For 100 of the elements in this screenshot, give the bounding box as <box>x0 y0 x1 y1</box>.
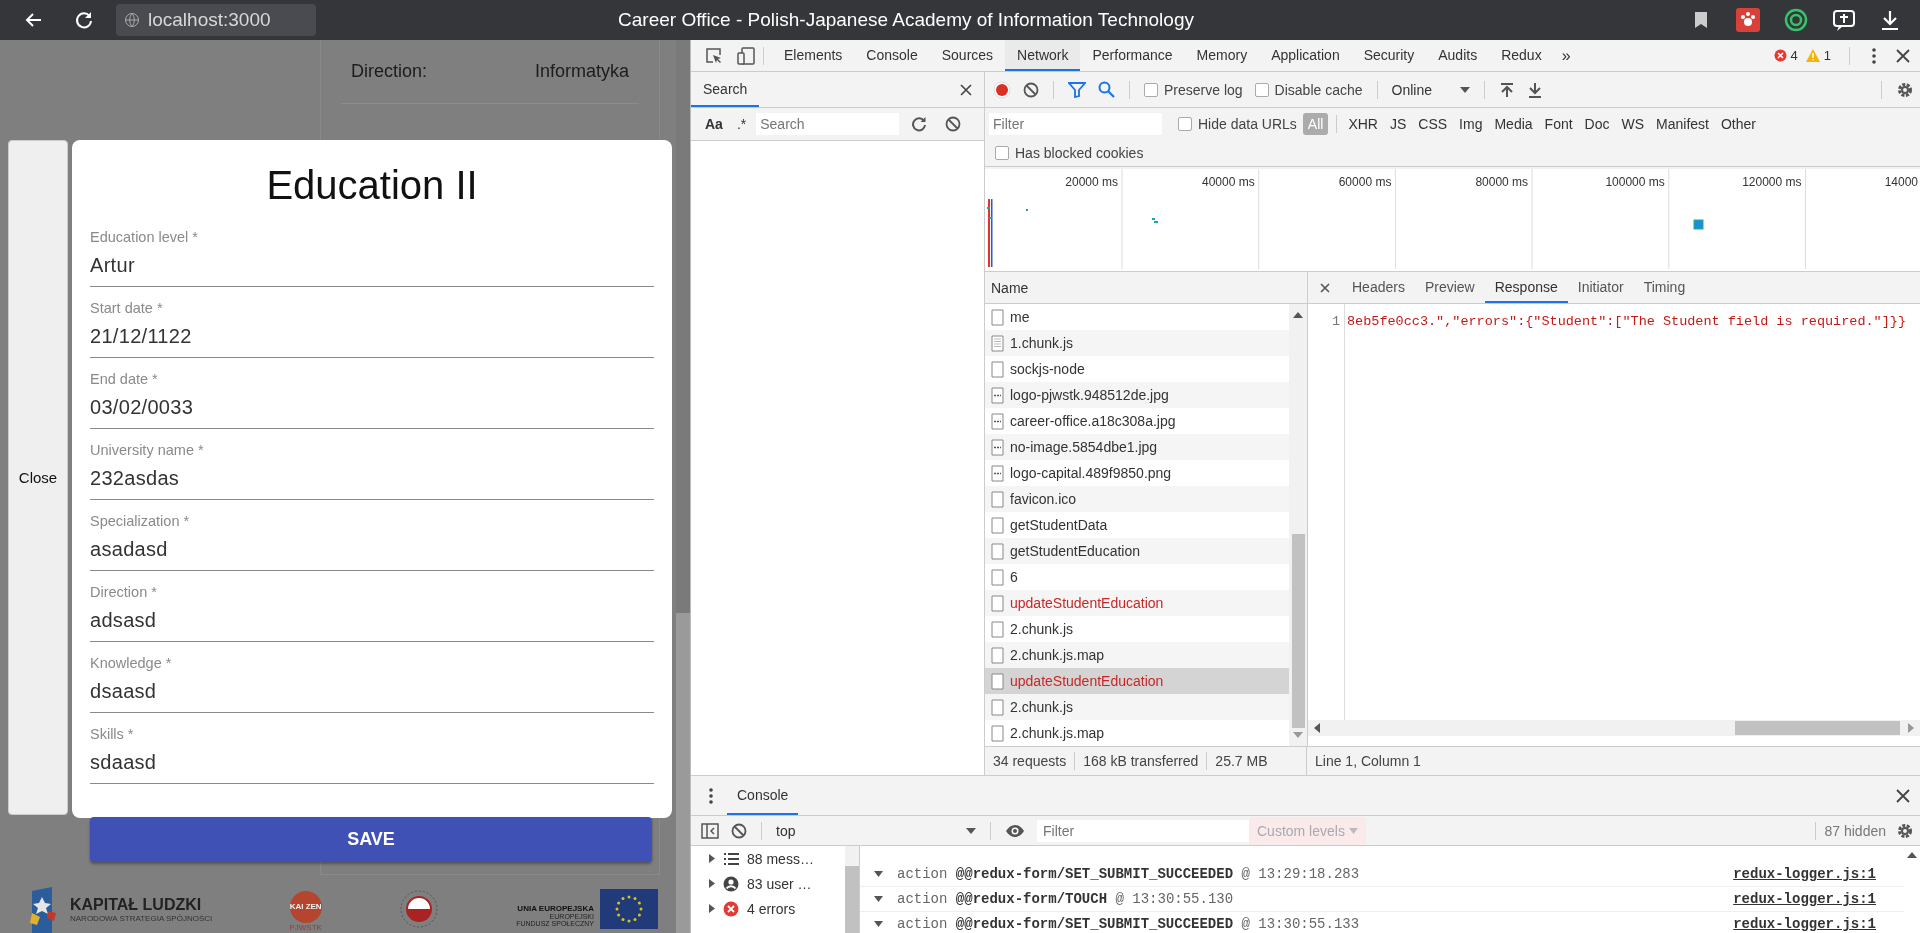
paw-extension-icon[interactable] <box>1736 8 1760 32</box>
detail-tab[interactable]: Headers <box>1342 272 1415 303</box>
text-field[interactable]: Specialization * asadasd <box>90 500 654 571</box>
column-header[interactable]: Name <box>985 272 1307 304</box>
search-field[interactable]: Search <box>756 113 900 135</box>
match-case-button[interactable]: Aa <box>701 114 727 134</box>
type-filter[interactable]: Doc <box>1579 113 1615 135</box>
settings-icon[interactable] <box>1896 821 1914 840</box>
type-filter[interactable]: WS <box>1616 113 1650 135</box>
type-filter[interactable]: Media <box>1489 113 1538 135</box>
source-link[interactable]: redux-logger.js:1 <box>1733 866 1876 882</box>
search-icon[interactable] <box>1098 81 1115 98</box>
scroll-up-icon[interactable] <box>1293 312 1303 318</box>
refresh-icon[interactable] <box>911 116 928 132</box>
sidebar-item[interactable]: 4 errors <box>691 896 845 921</box>
download-icon[interactable] <box>1526 81 1543 98</box>
sidebar-item[interactable]: 83 user … <box>691 871 845 896</box>
scrollbar-thumb[interactable] <box>676 613 690 933</box>
sidebar-toggle-icon[interactable] <box>701 822 719 839</box>
source-link[interactable]: redux-logger.js:1 <box>1733 891 1876 907</box>
expand-arrow-icon[interactable] <box>874 871 883 877</box>
filter-field[interactable]: Filter <box>1037 819 1249 842</box>
request-row[interactable]: updateStudentEducation <box>985 668 1289 694</box>
panel-tab[interactable]: Security <box>1351 40 1427 71</box>
detail-tab[interactable]: Initiator <box>1567 272 1634 303</box>
text-field[interactable]: University name * 232asdas <box>90 429 654 500</box>
reload-icon[interactable] <box>74 10 94 30</box>
close-icon[interactable] <box>960 83 972 96</box>
more-options-icon[interactable] <box>1872 47 1876 64</box>
scrollbar[interactable] <box>676 40 690 933</box>
panel-tab[interactable]: Elements <box>772 40 855 71</box>
request-row[interactable]: favicon.ico <box>985 486 1289 512</box>
request-row[interactable]: getStudentEducation <box>985 538 1289 564</box>
scrollbar[interactable] <box>1289 304 1307 746</box>
detail-tab[interactable]: Response <box>1484 272 1568 303</box>
settings-icon[interactable] <box>1896 80 1914 99</box>
panel-tab[interactable]: Application <box>1259 40 1352 71</box>
bookmark-icon[interactable] <box>1694 11 1708 29</box>
scrollbar-thumb[interactable] <box>845 866 859 933</box>
source-link[interactable]: redux-logger.js:1 <box>1733 916 1876 932</box>
detail-tab[interactable]: Timing <box>1633 272 1696 303</box>
panel-tab[interactable]: Memory <box>1184 40 1260 71</box>
checkbox[interactable] <box>1144 82 1158 97</box>
throttling-dropdown[interactable]: Online <box>1385 81 1476 98</box>
panel-tab[interactable]: Audits <box>1426 40 1490 71</box>
panel-tab[interactable]: Performance <box>1080 40 1185 71</box>
clear-icon[interactable] <box>731 822 747 839</box>
scrollbar[interactable] <box>845 846 859 933</box>
request-row[interactable]: logo-pjwstk.948512de.jpg <box>985 382 1289 408</box>
target-extension-icon[interactable] <box>1784 8 1808 32</box>
panel-tab[interactable]: Console <box>854 40 930 71</box>
type-filter[interactable]: Manifest <box>1651 113 1714 135</box>
request-row[interactable]: 2.chunk.js.map <box>985 642 1289 668</box>
request-row[interactable]: 1.chunk.js <box>985 330 1289 356</box>
clear-icon[interactable] <box>945 116 962 132</box>
inspect-icon[interactable] <box>705 46 723 65</box>
expand-arrow-icon[interactable] <box>874 896 883 902</box>
save-button[interactable]: SAVE <box>90 817 652 862</box>
type-filter[interactable]: Img <box>1454 113 1488 135</box>
filter-icon[interactable] <box>1068 81 1086 98</box>
checkbox[interactable] <box>1254 82 1269 97</box>
scroll-left-icon[interactable] <box>1314 723 1320 733</box>
text-field[interactable]: End date * 03/02/0033 <box>90 358 654 429</box>
panel-tab[interactable]: Redux <box>1489 40 1554 71</box>
chat-extension-icon[interactable] <box>1832 8 1856 32</box>
eye-icon[interactable] <box>1005 823 1025 838</box>
panel-tab[interactable]: Network <box>1005 40 1081 71</box>
checkbox[interactable] <box>995 146 1009 160</box>
address-bar[interactable]: localhost:3000 <box>116 4 316 36</box>
type-filter[interactable]: CSS <box>1413 113 1453 135</box>
device-icon[interactable] <box>737 46 755 65</box>
type-filter[interactable]: XHR <box>1343 113 1383 135</box>
upload-icon[interactable] <box>1498 81 1515 98</box>
close-icon[interactable] <box>1896 48 1910 63</box>
context-dropdown[interactable]: top <box>770 822 982 839</box>
text-field[interactable]: Direction * adsasd <box>90 571 654 642</box>
type-filter[interactable]: JS <box>1384 113 1412 135</box>
clear-icon[interactable] <box>1023 81 1039 98</box>
filter-field[interactable]: Filter <box>989 113 1162 135</box>
type-filter[interactable]: Other <box>1716 113 1761 135</box>
record-icon[interactable] <box>993 80 1011 99</box>
regex-button[interactable]: .* <box>732 114 751 134</box>
scrollbar-thumb[interactable] <box>1735 721 1900 735</box>
request-row[interactable]: no-image.5854dbe1.jpg <box>985 434 1289 460</box>
checkbox[interactable] <box>1178 117 1192 131</box>
close-icon[interactable] <box>1896 788 1910 803</box>
request-row[interactable]: updateStudentEducation <box>985 590 1289 616</box>
more-tabs-button[interactable]: » <box>1553 40 1579 71</box>
scrollbar-thumb[interactable] <box>1291 534 1305 728</box>
detail-tab[interactable]: Preview <box>1414 272 1485 303</box>
more-options-icon[interactable] <box>709 787 713 804</box>
close-button[interactable]: Close <box>8 140 68 815</box>
text-field[interactable]: Skills * sdaasd <box>90 713 654 784</box>
scroll-up-icon[interactable] <box>1907 852 1917 858</box>
issues-counter[interactable]: 4 1 <box>1767 48 1841 63</box>
text-field[interactable]: Start date * 21/12/1122 <box>90 287 654 358</box>
type-filter[interactable]: Font <box>1539 113 1578 135</box>
sidebar-item[interactable]: 88 mess… <box>691 846 845 871</box>
panel-tab[interactable]: Sources <box>929 40 1006 71</box>
close-icon[interactable] <box>1320 282 1330 293</box>
